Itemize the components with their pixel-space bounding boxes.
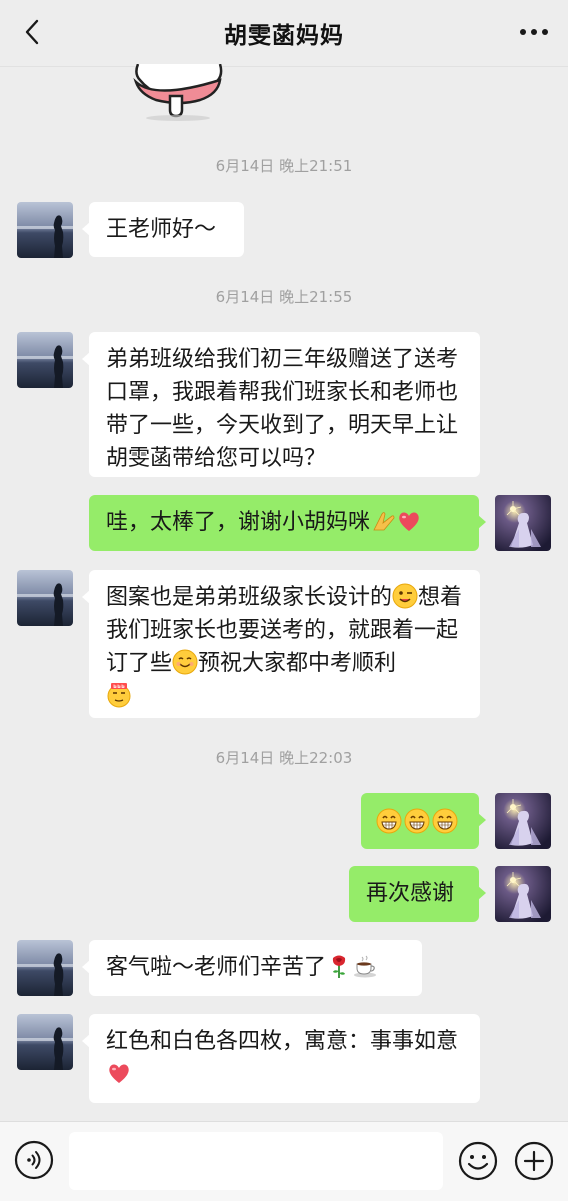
contact-avatar[interactable] <box>17 332 73 388</box>
contact-avatar[interactable] <box>17 940 73 996</box>
heart-emoji-icon <box>106 1060 132 1086</box>
sticker-image[interactable] <box>128 63 228 122</box>
message-text: 再次感谢 <box>366 881 455 906</box>
heart-emoji-icon <box>396 508 422 534</box>
grin-emoji-icon <box>432 808 458 834</box>
avatar-image-icon <box>495 495 551 551</box>
timestamp: 6月14日 晚上21:51 <box>215 157 353 175</box>
avatar-image-icon <box>17 202 73 258</box>
message-text: 王老师好～ <box>106 217 217 242</box>
back-button[interactable] <box>14 14 50 50</box>
message-bubble-incoming[interactable]: 红色和白色各四枚，寓意：事事如意 <box>82 1014 480 1103</box>
message-text-part: 预祝大家都中考顺利 <box>198 651 397 676</box>
message-input[interactable] <box>69 1132 443 1190</box>
more-functions-button[interactable] <box>513 1140 555 1182</box>
coffee-emoji-icon <box>352 953 378 979</box>
input-bar <box>0 1121 568 1201</box>
contact-avatar[interactable] <box>17 570 73 626</box>
avatar-image-icon <box>17 940 73 996</box>
message-bubble-outgoing[interactable]: 哇，太棒了，谢谢小胡妈咪 <box>89 495 486 551</box>
contact-avatar[interactable] <box>17 202 73 258</box>
grin-emoji-icon <box>376 808 402 834</box>
plus-icon <box>514 1141 554 1181</box>
message-bubble-incoming[interactable]: 王老师好～ <box>82 202 244 257</box>
rose-emoji-icon <box>326 953 352 979</box>
grin-emoji-icon <box>404 808 430 834</box>
praying-hands-emoji-icon <box>370 508 396 534</box>
message-text: 客气啦～老师们辛苦了 <box>106 955 327 980</box>
avatar-image-icon <box>495 866 551 922</box>
emoji-face-icon <box>458 1141 498 1181</box>
more-button[interactable] <box>514 14 554 50</box>
message-text: 红色和白色各四枚，寓意：事事如意 <box>106 1029 459 1054</box>
avatar-image-icon <box>17 1014 73 1070</box>
avatar-image-icon <box>17 570 73 626</box>
message-text: 弟弟班级给我们初三年级赠送了送考口罩，我跟着帮我们班家长和老师也带了一些，今天收… <box>106 347 459 471</box>
message-bubble-outgoing[interactable]: 再次感谢 <box>349 866 486 922</box>
wink-emoji-icon <box>392 583 418 609</box>
message-bubble-incoming[interactable]: 弟弟班级给我们初三年级赠送了送考口罩，我跟着帮我们班家长和老师也带了一些，今天收… <box>82 332 480 477</box>
more-dots-icon <box>520 29 548 35</box>
my-avatar[interactable] <box>495 793 551 849</box>
avatar-image-icon <box>17 332 73 388</box>
message-text: 哇，太棒了，谢谢小胡妈咪 <box>106 510 371 535</box>
my-avatar[interactable] <box>495 495 551 551</box>
timestamp: 6月14日 晚上21:55 <box>215 288 353 306</box>
message-bubble-outgoing[interactable] <box>361 793 486 849</box>
666-emoji-icon <box>106 682 132 708</box>
smile-emoji-icon <box>172 649 198 675</box>
chat-header: 胡雯菡妈妈 <box>0 0 568 67</box>
cartoon-sticker-icon <box>133 63 223 121</box>
chevron-left-icon <box>25 19 39 45</box>
emoji-button[interactable] <box>457 1140 499 1182</box>
chat-title: 胡雯菡妈妈 <box>224 23 344 49</box>
message-bubble-incoming[interactable]: 客气啦～老师们辛苦了 <box>82 940 422 996</box>
voice-button[interactable] <box>14 1140 54 1180</box>
avatar-image-icon <box>495 793 551 849</box>
my-avatar[interactable] <box>495 866 551 922</box>
message-bubble-incoming[interactable]: 图案也是弟弟班级家长设计的 想着我们班家长也要送考的，就跟着一起订了些 预祝大家都中… <box>82 570 480 718</box>
timestamp: 6月14日 晚上22:03 <box>215 749 353 767</box>
voice-icon <box>14 1140 54 1180</box>
message-text-part: 图案也是弟弟班级家长设计的 <box>106 585 393 610</box>
contact-avatar[interactable] <box>17 1014 73 1070</box>
